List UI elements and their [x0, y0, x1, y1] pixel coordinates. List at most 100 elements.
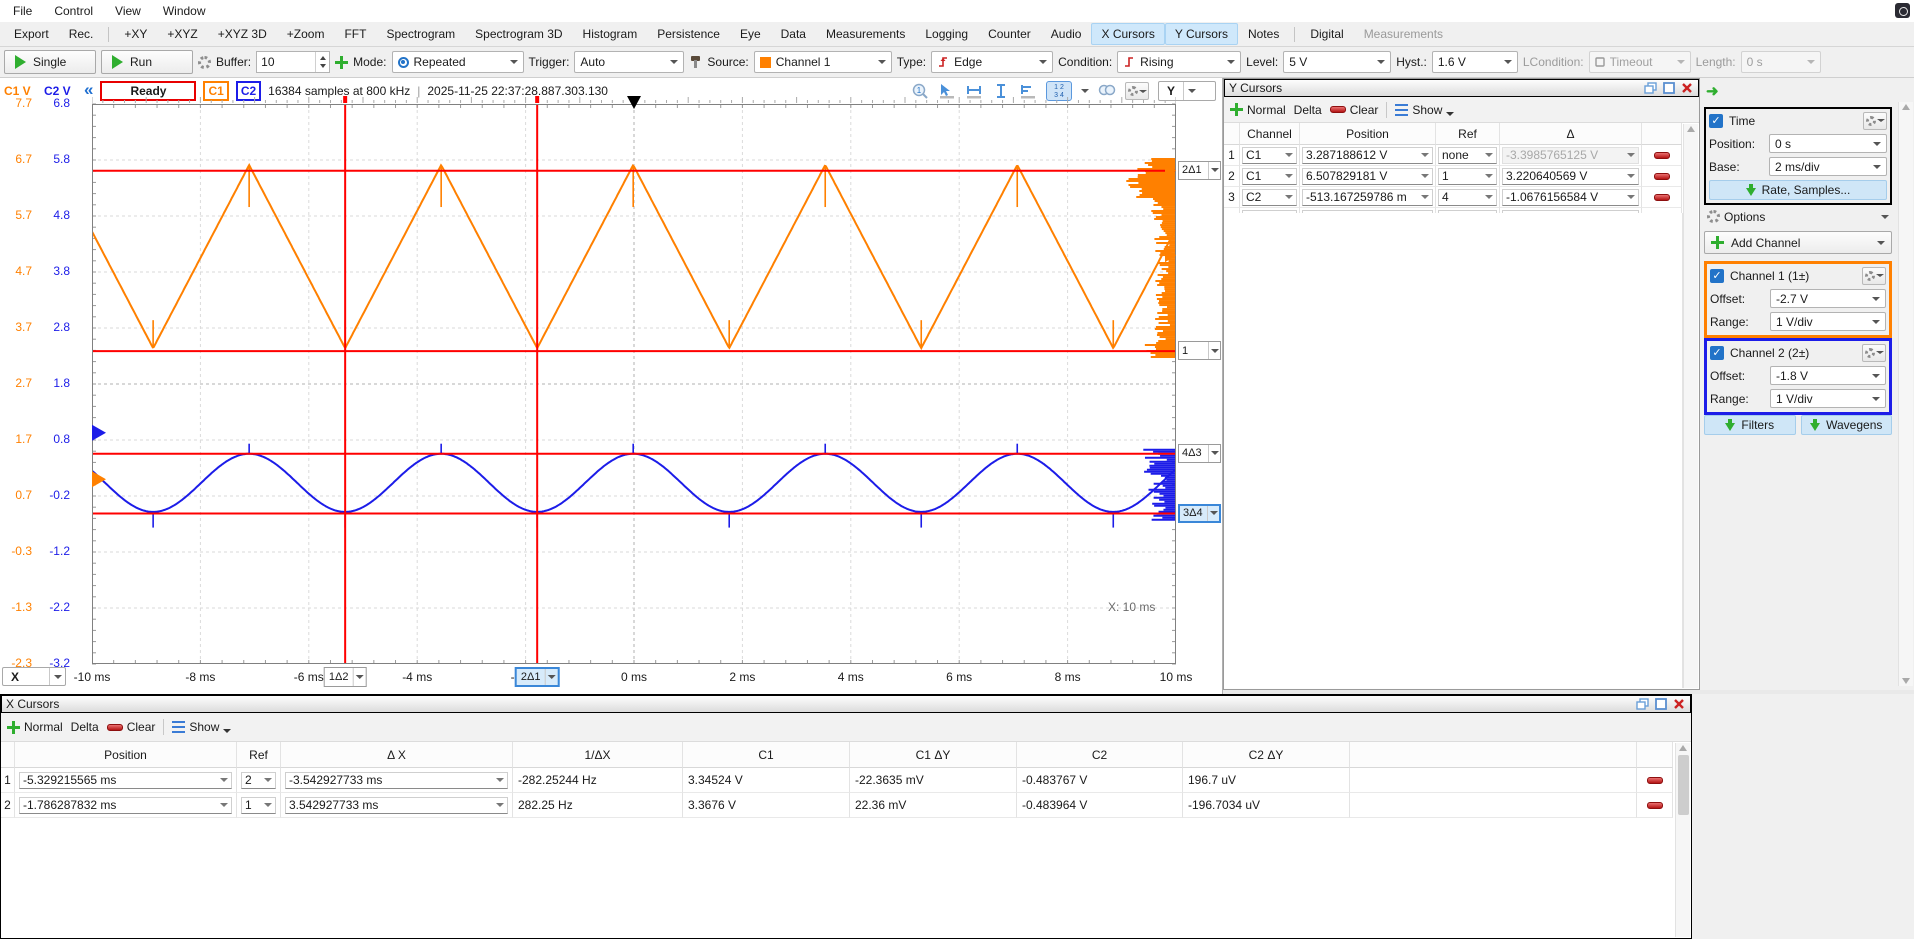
- channel1-range-select[interactable]: 1 V/div: [1770, 312, 1886, 331]
- channel2-checkbox[interactable]: ✓: [1710, 346, 1724, 360]
- maximize-icon[interactable]: [1654, 698, 1668, 710]
- time-position-select[interactable]: 0 s: [1769, 134, 1887, 153]
- view-tab-y-cursors[interactable]: Y Cursors: [1165, 23, 1238, 45]
- menu-file[interactable]: File: [2, 3, 43, 19]
- trigger-select[interactable]: Auto: [574, 51, 684, 73]
- buffer-gear-icon[interactable]: [198, 56, 211, 69]
- spinner-arrows[interactable]: [315, 52, 329, 72]
- scroll-up-icon[interactable]: [1679, 745, 1687, 751]
- scrollbar[interactable]: [1683, 124, 1698, 688]
- restore-icon[interactable]: [1636, 698, 1650, 710]
- menu-view[interactable]: View: [104, 3, 152, 19]
- scrollbar[interactable]: [1675, 743, 1690, 937]
- expand-right-icon[interactable]: ➜: [1706, 82, 1719, 100]
- view-spectrogram[interactable]: Spectrogram: [376, 23, 465, 45]
- chevron-down-icon[interactable]: [1081, 89, 1089, 93]
- add-delta-cursor-button[interactable]: Delta: [1294, 103, 1322, 117]
- view-xyz3d[interactable]: +XYZ 3D: [208, 23, 277, 45]
- ref-select[interactable]: 1: [1438, 168, 1497, 185]
- position-select[interactable]: -513.167259786 m: [1302, 189, 1433, 206]
- view-rec[interactable]: Rec.: [59, 23, 104, 45]
- delta-x-select[interactable]: -3.542927733 ms: [285, 772, 508, 789]
- menu-control[interactable]: Control: [43, 3, 104, 19]
- wavegens-button[interactable]: Wavegens: [1801, 415, 1893, 435]
- level-select[interactable]: 5 V: [1283, 51, 1391, 73]
- view-measurements[interactable]: Measurements: [816, 23, 915, 45]
- delta-x-select[interactable]: 3.542927733 ms: [285, 797, 508, 814]
- condition-select[interactable]: Rising: [1117, 51, 1241, 73]
- restore-icon[interactable]: [1644, 82, 1658, 94]
- y-cursors-titlebar[interactable]: Y Cursors: [1224, 79, 1699, 97]
- view-fft[interactable]: FFT: [334, 23, 376, 45]
- y-cursor-tag[interactable]: 3Δ4: [1178, 504, 1221, 523]
- view-data[interactable]: Data: [771, 23, 816, 45]
- view-logging[interactable]: Logging: [915, 23, 978, 45]
- add-channel-button[interactable]: Add Channel: [1704, 231, 1892, 254]
- ref-select[interactable]: 2: [241, 772, 276, 789]
- delta-select[interactable]: 3.220640569 V: [1502, 168, 1639, 185]
- time-settings-button[interactable]: [1863, 112, 1887, 130]
- remove-cursor-button[interactable]: [1654, 194, 1670, 201]
- channel-select[interactable]: C1: [1242, 147, 1297, 164]
- add-normal-cursor-button[interactable]: Normal: [7, 720, 63, 734]
- options-row[interactable]: Options: [1704, 205, 1892, 228]
- run-button[interactable]: Run: [101, 50, 193, 74]
- position-select[interactable]: 6.507829181 V: [1302, 168, 1433, 185]
- remove-cursor-button[interactable]: [1654, 173, 1670, 180]
- type-select[interactable]: Edge: [931, 51, 1053, 73]
- ref-select[interactable]: 4: [1438, 189, 1497, 206]
- position-select[interactable]: 3.287188612 V: [1302, 147, 1433, 164]
- position-select[interactable]: -5.329215565 ms: [19, 772, 232, 789]
- y-cursor-tag[interactable]: 2Δ1: [1178, 161, 1221, 180]
- channel1-settings-button[interactable]: [1862, 267, 1886, 285]
- view-tab-x-cursors[interactable]: X Cursors: [1091, 23, 1164, 45]
- buffer-spinner[interactable]: 10: [256, 51, 330, 73]
- buffer-value[interactable]: 10: [257, 52, 315, 72]
- position-select[interactable]: -1.786287832 ms: [19, 797, 232, 814]
- view-spectrogram3d[interactable]: Spectrogram 3D: [465, 23, 572, 45]
- view-audio[interactable]: Audio: [1041, 23, 1092, 45]
- single-button[interactable]: Single: [4, 50, 96, 74]
- view-histogram[interactable]: Histogram: [573, 23, 648, 45]
- scroll-up-icon[interactable]: [1687, 126, 1695, 132]
- time-checkbox[interactable]: ✓: [1709, 114, 1723, 128]
- view-zoom[interactable]: +Zoom: [277, 23, 335, 45]
- clock-icon[interactable]: [1895, 3, 1910, 18]
- view-xyz[interactable]: +XYZ: [157, 23, 207, 45]
- remove-cursor-button[interactable]: [1647, 777, 1663, 784]
- view-xy[interactable]: +XY: [114, 23, 157, 45]
- channel2-range-select[interactable]: 1 V/div: [1770, 389, 1886, 408]
- channel1-checkbox[interactable]: ✓: [1710, 269, 1724, 283]
- waveform-plot[interactable]: X: 10 ms: [92, 96, 1176, 666]
- show-menu-button[interactable]: Show: [1395, 103, 1454, 117]
- view-counter[interactable]: Counter: [978, 23, 1041, 45]
- show-menu-button[interactable]: Show: [172, 720, 231, 734]
- scroll-down-icon[interactable]: [1902, 678, 1910, 684]
- add-normal-cursor-button[interactable]: Normal: [1230, 103, 1286, 117]
- menu-window[interactable]: Window: [152, 3, 217, 19]
- add-icon[interactable]: [335, 56, 348, 69]
- add-delta-cursor-button[interactable]: Delta: [71, 720, 99, 734]
- scrollbar[interactable]: [1898, 102, 1913, 686]
- hysteresis-select[interactable]: 1.6 V: [1432, 51, 1518, 73]
- channel-select[interactable]: C1: [1242, 168, 1297, 185]
- view-digital[interactable]: Digital: [1300, 23, 1353, 45]
- remove-cursor-button[interactable]: [1647, 802, 1663, 809]
- view-notes[interactable]: Notes: [1238, 23, 1289, 45]
- remove-cursor-button[interactable]: [1654, 152, 1670, 159]
- x-cursor-tag[interactable]: 2Δ1: [515, 667, 560, 687]
- x-axis-select[interactable]: X: [2, 667, 66, 686]
- rate-samples-button[interactable]: Rate, Samples...: [1709, 180, 1887, 200]
- view-persistence[interactable]: Persistence: [647, 23, 730, 45]
- close-icon[interactable]: [1672, 698, 1686, 710]
- maximize-icon[interactable]: [1662, 82, 1676, 94]
- ref-select[interactable]: none: [1438, 147, 1497, 164]
- view-export[interactable]: Export: [4, 23, 59, 45]
- time-base-select[interactable]: 2 ms/div: [1769, 157, 1887, 176]
- delta-select[interactable]: -1.0676156584 V: [1502, 189, 1639, 206]
- y-cursor-tag[interactable]: 4Δ3: [1178, 444, 1221, 463]
- view-eye[interactable]: Eye: [730, 23, 771, 45]
- trigger-tool-icon[interactable]: [689, 55, 702, 69]
- scroll-thumb[interactable]: [1678, 755, 1689, 815]
- ref-select[interactable]: 1: [241, 797, 276, 814]
